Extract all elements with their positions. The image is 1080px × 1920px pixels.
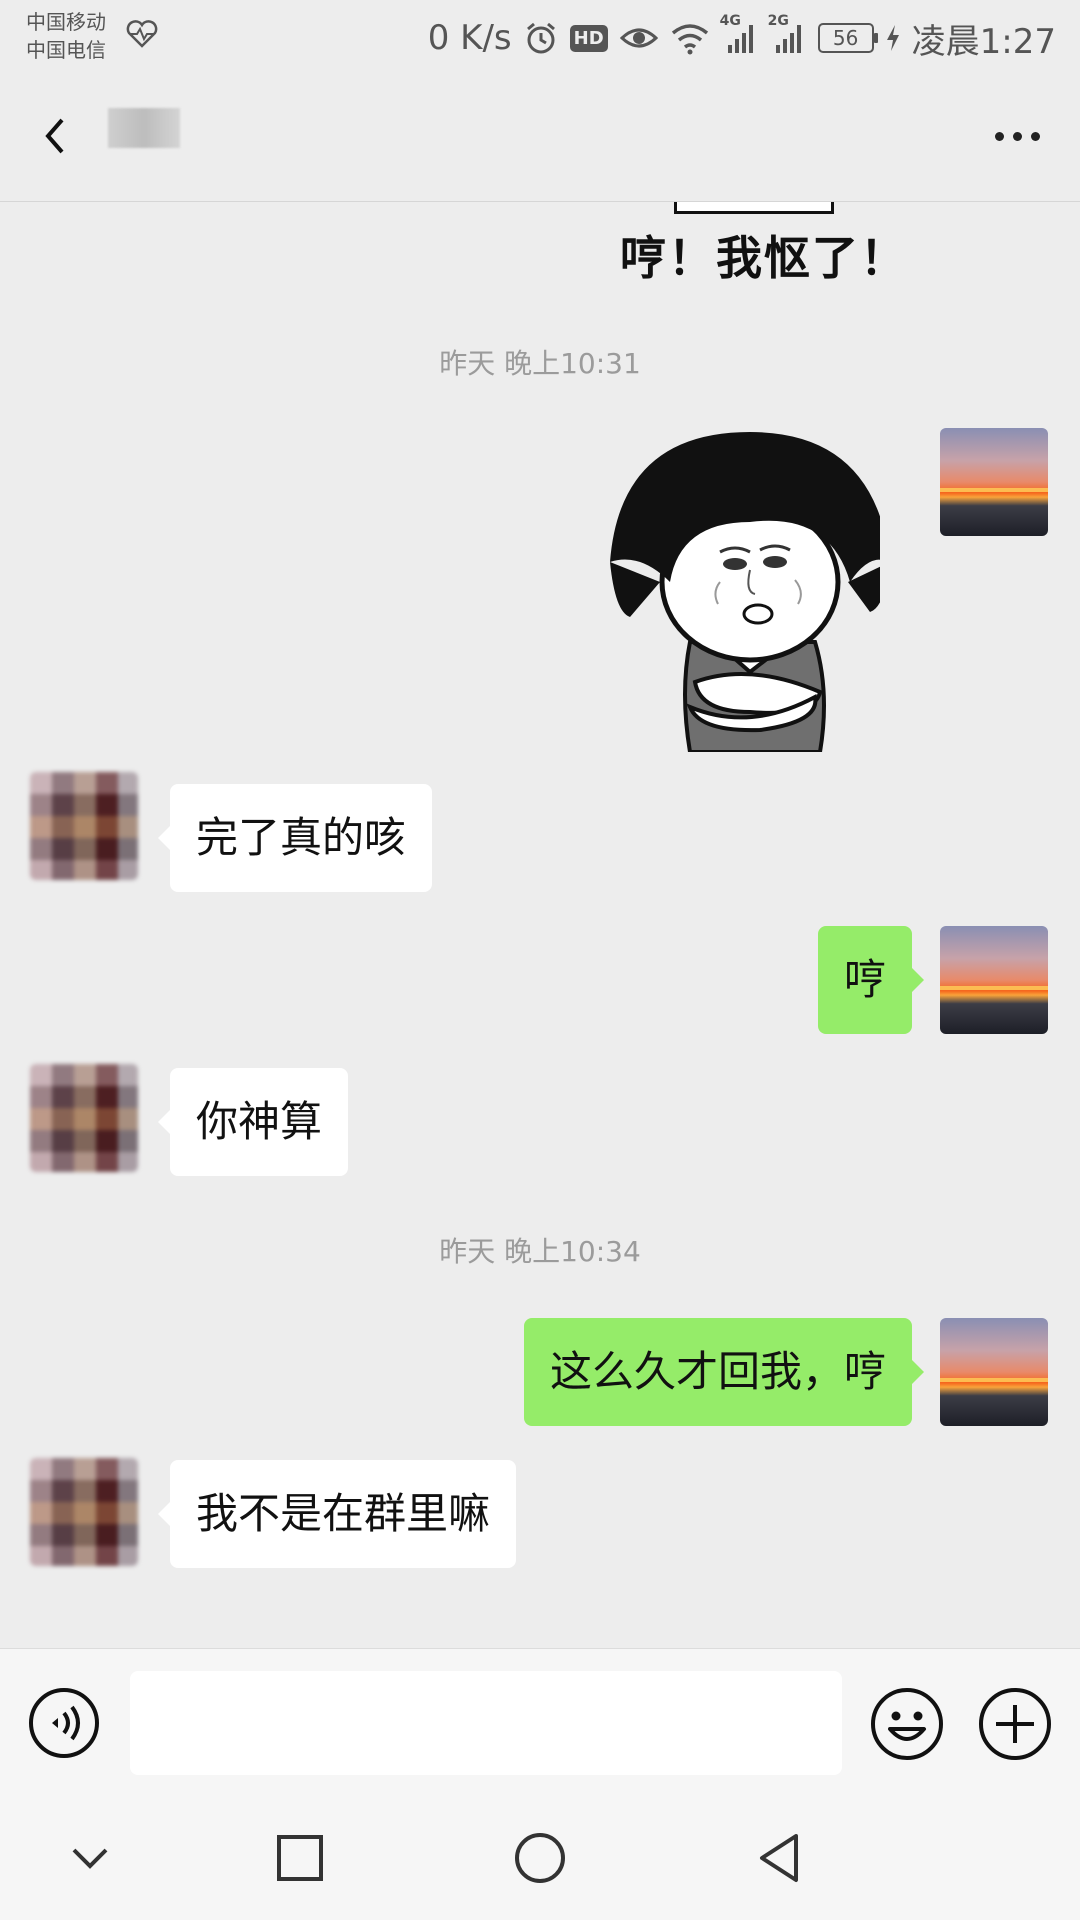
outgoing-message[interactable]: 哼 <box>817 926 925 1034</box>
emoji-icon[interactable] <box>870 1687 944 1761</box>
contact-name-redacted <box>108 108 180 148</box>
carrier-2: 中国电信 <box>26 38 106 62</box>
recents-square-icon[interactable] <box>268 1826 332 1890</box>
my-avatar[interactable] <box>940 926 1048 1034</box>
incoming-message[interactable]: 我不是在群里嘛 <box>157 1460 517 1568</box>
charging-icon <box>886 25 899 51</box>
status-right: 0 K/s HD 4G 2G 56 凌晨1:27 <box>427 13 1056 62</box>
more-dot <box>1012 131 1022 141</box>
message-input[interactable] <box>130 1671 842 1775</box>
voice-icon[interactable] <box>28 1687 100 1759</box>
back-icon[interactable] <box>28 106 88 166</box>
hide-chevron-icon[interactable] <box>58 1826 122 1890</box>
signal-2g-icon: 2G <box>768 13 806 55</box>
back-triangle-icon[interactable] <box>748 1826 812 1890</box>
battery-icon: 56 <box>817 23 878 53</box>
my-avatar[interactable] <box>940 1318 1048 1426</box>
status-bar: 中国移动 中国电信 0 K/s HD 4G 2G 56 凌晨1:27 <box>0 0 1080 76</box>
contact-avatar[interactable] <box>30 1458 138 1566</box>
message-list[interactable]: 哼！我怄了！ 昨天 晚上10:31 完了真的咳 哼 你神算 昨天 晚上10:34… <box>0 202 1080 1648</box>
timestamp: 昨天 晚上10:34 <box>439 1235 641 1268</box>
signal-4g-label: 4G <box>719 13 741 29</box>
contact-avatar[interactable] <box>30 772 138 880</box>
signal-2g-label: 2G <box>767 13 789 29</box>
incoming-message[interactable]: 你神算 <box>157 1068 349 1176</box>
timestamp: 昨天 晚上10:31 <box>439 347 641 380</box>
alarm-icon <box>526 22 555 54</box>
plus-icon[interactable] <box>978 1687 1052 1761</box>
hd-icon: HD <box>569 24 608 52</box>
system-nav-bar <box>0 1796 1080 1920</box>
incoming-message[interactable]: 完了真的咳 <box>157 784 433 892</box>
outgoing-message[interactable]: 这么久才回我，哼 <box>523 1318 925 1426</box>
signal-4g-icon: 4G <box>720 13 758 55</box>
input-bar <box>0 1648 1080 1796</box>
wifi-icon <box>671 24 708 55</box>
heart-rate-icon <box>126 20 158 48</box>
sticker-message[interactable]: 哼！我怄了！ <box>620 202 906 292</box>
more-dot <box>1030 131 1040 141</box>
carrier-1: 中国移动 <box>26 10 106 34</box>
home-circle-icon[interactable] <box>508 1826 572 1890</box>
more-dot <box>994 131 1004 141</box>
sticker-caption: 哼！我怄了！ <box>620 231 908 285</box>
clock: 凌晨1:27 <box>911 21 1056 62</box>
chat-header <box>0 76 1080 202</box>
contact-avatar[interactable] <box>30 1064 138 1172</box>
eye-icon <box>619 28 658 48</box>
sticker-frame <box>674 202 834 214</box>
more-icon[interactable] <box>982 106 1052 166</box>
net-speed: 0 K/s <box>427 18 512 58</box>
bowl-cut-sticker[interactable] <box>600 432 880 752</box>
my-avatar[interactable] <box>940 428 1048 536</box>
carrier-labels: 中国移动 中国电信 <box>26 8 106 64</box>
